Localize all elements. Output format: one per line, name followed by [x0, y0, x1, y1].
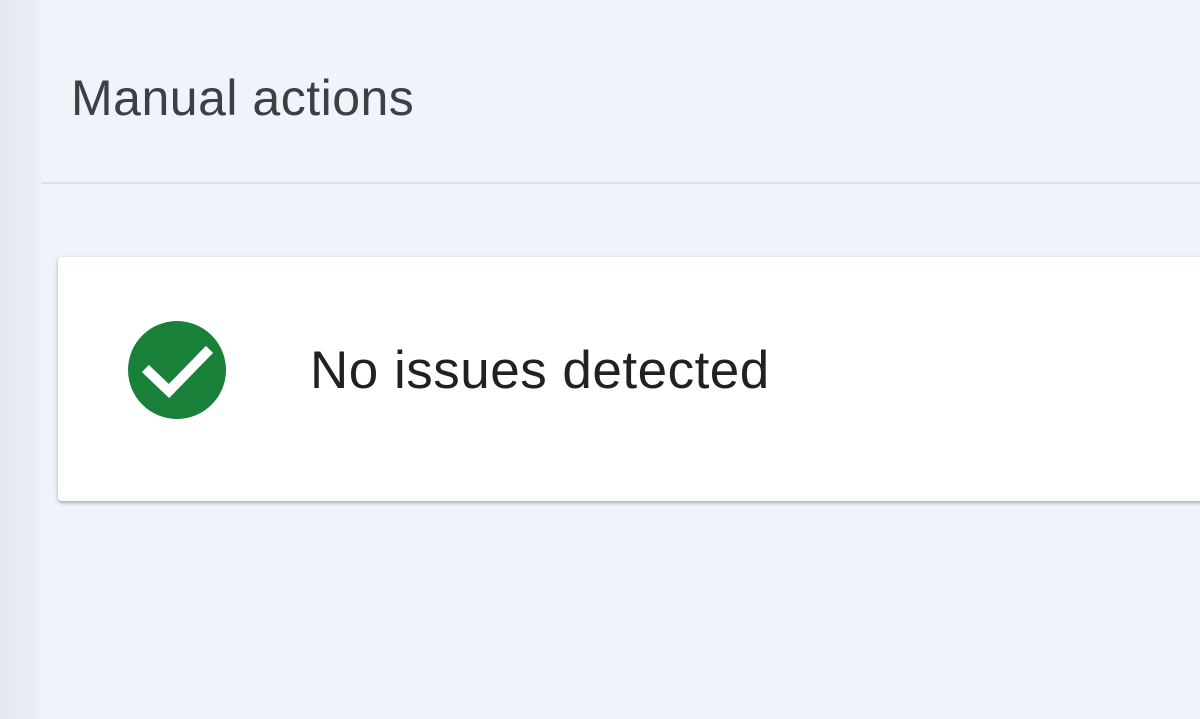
sidebar-edge	[0, 0, 42, 719]
status-card: No issues detected	[58, 257, 1200, 501]
page-header: Manual actions	[42, 0, 1200, 184]
status-message: No issues detected	[310, 341, 770, 400]
page-title: Manual actions	[71, 70, 415, 126]
check-circle-icon	[128, 321, 226, 419]
main-content: Manual actions No issues detected	[42, 0, 1200, 719]
app-window: Manual actions No issues detected	[0, 0, 1200, 719]
